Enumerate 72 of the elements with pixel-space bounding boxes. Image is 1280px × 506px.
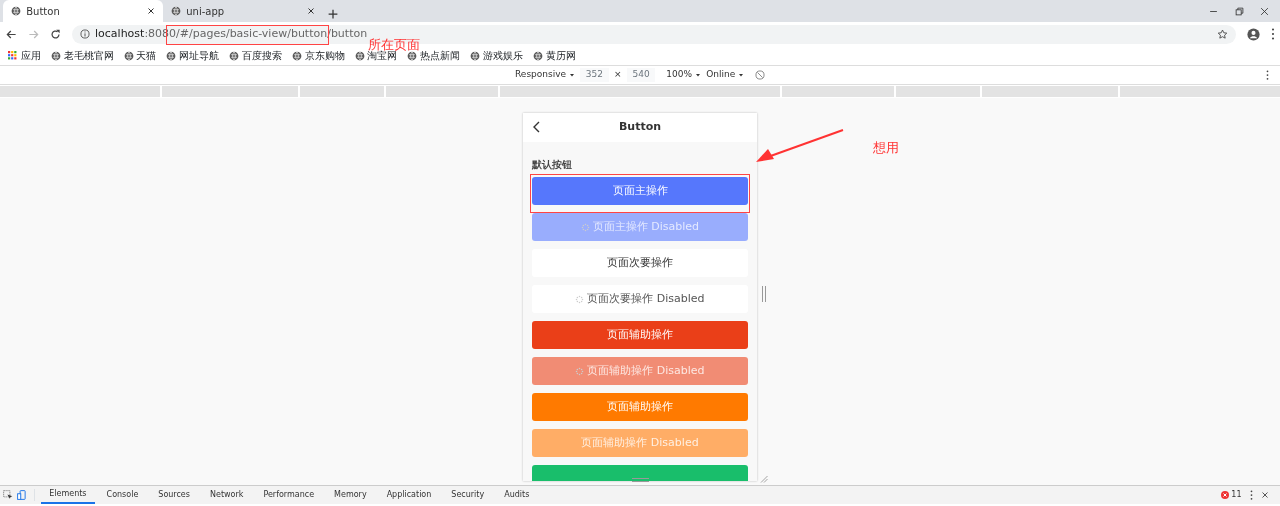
new-tab-icon[interactable]: [328, 9, 339, 20]
devtools-tab[interactable]: Performance: [255, 486, 323, 504]
annotation-text: 想用: [873, 139, 899, 157]
bookmark-link[interactable]: 京东购物: [291, 48, 345, 63]
globe-icon: [532, 50, 543, 61]
inspect-icon[interactable]: [2, 490, 13, 500]
page-title: Button: [618, 119, 662, 136]
globe-icon: [229, 50, 239, 61]
globe-icon: [50, 50, 61, 61]
action-button[interactable]: 页面次要操作: [532, 249, 748, 278]
bookmark-link[interactable]: 黄历网: [532, 48, 576, 63]
back-chevron-icon[interactable]: [532, 121, 540, 133]
error-icon: [1220, 491, 1229, 499]
more-menu-icon[interactable]: [1249, 490, 1253, 500]
caret-icon: [568, 72, 575, 78]
height-field[interactable]: 540: [627, 68, 656, 82]
bookmark-link[interactable]: 应用: [8, 48, 41, 63]
arrow-icon: [755, 128, 845, 164]
globe-icon: [166, 50, 177, 61]
resize-handle[interactable]: [762, 286, 766, 302]
close-icon[interactable]: [1260, 6, 1269, 16]
network-dropdown[interactable]: Online: [706, 68, 744, 82]
globe-icon: [10, 6, 21, 16]
device-toggle-icon[interactable]: [16, 490, 27, 500]
caret-icon: [694, 72, 701, 78]
bookmark-link[interactable]: 老毛桃官网: [50, 48, 114, 63]
loading-spinner-icon: [575, 366, 585, 376]
devtools-tab[interactable]: Network: [201, 486, 252, 504]
reload-icon[interactable]: [49, 28, 61, 40]
close-icon[interactable]: [146, 7, 155, 15]
browser-tab[interactable]: uni-app: [162, 0, 323, 22]
bookmark-link[interactable]: 百度搜索: [229, 48, 282, 63]
rotate-icon[interactable]: [755, 70, 765, 80]
resize-handle[interactable]: [632, 478, 649, 482]
action-button[interactable]: 页面主操作: [532, 177, 748, 206]
devtools-tab[interactable]: Console: [98, 486, 147, 504]
bookmark-link[interactable]: 游戏娱乐: [470, 48, 523, 63]
error-count[interactable]: 11: [1231, 489, 1242, 501]
devtools-tab[interactable]: Memory: [326, 486, 375, 504]
more-menu-icon[interactable]: [1270, 28, 1275, 40]
devtools-tab[interactable]: Application: [378, 486, 440, 504]
times-sign: ×: [614, 68, 622, 82]
globe-icon: [170, 6, 181, 16]
close-icon[interactable]: [306, 7, 315, 15]
more-menu-icon[interactable]: [1266, 70, 1269, 80]
globe-icon: [407, 50, 418, 61]
action-button[interactable]: 页面辅助操作: [532, 321, 748, 350]
zoom-dropdown[interactable]: 100%: [666, 68, 701, 82]
loading-spinner-icon: [575, 294, 585, 304]
globe-icon: [354, 50, 365, 61]
devtools-tab[interactable]: Security: [443, 486, 493, 504]
globe-icon: [470, 50, 480, 61]
bookmark-link[interactable]: 网址导航: [166, 48, 219, 63]
devtools-tab[interactable]: Elements: [41, 486, 95, 504]
globe-icon: [123, 50, 134, 61]
star-icon[interactable]: [1216, 28, 1228, 40]
back-arrow-icon[interactable]: [5, 28, 17, 40]
apps-grid-icon: [8, 50, 18, 61]
bookmark-link[interactable]: 天猫: [123, 48, 157, 63]
devtools-tab[interactable]: Audits: [496, 486, 538, 504]
info-icon: [79, 29, 90, 39]
browser-tab[interactable]: Button: [2, 0, 163, 22]
devtools-tab[interactable]: Sources: [150, 486, 198, 504]
close-icon[interactable]: [1261, 491, 1269, 499]
caret-icon: [738, 72, 744, 78]
width-field[interactable]: 352: [580, 68, 609, 82]
device-dropdown[interactable]: Responsive: [515, 68, 575, 82]
section-label: 默认按钮: [532, 158, 573, 172]
restore-icon[interactable]: [1234, 6, 1244, 16]
loading-spinner-icon: [580, 222, 590, 232]
globe-icon: [291, 50, 302, 61]
account-icon[interactable]: [1246, 27, 1260, 41]
